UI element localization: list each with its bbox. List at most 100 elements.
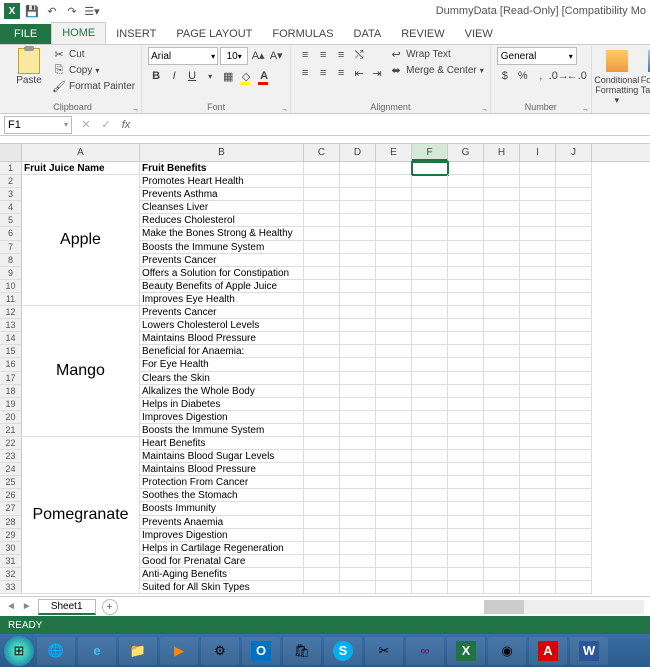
cell-F6[interactable] (412, 227, 448, 240)
decrease-font-icon[interactable]: A▾ (268, 47, 284, 63)
cell-C26[interactable] (304, 489, 340, 502)
cell-D4[interactable] (340, 201, 376, 214)
cell-D22[interactable] (340, 437, 376, 450)
row-header-24[interactable]: 24 (0, 463, 22, 476)
merged-cell-pomegranate[interactable]: Pomegranate (22, 437, 140, 594)
cell-G11[interactable] (448, 293, 484, 306)
cell-D28[interactable] (340, 516, 376, 529)
cell-B19[interactable]: Helps in Diabetes (140, 398, 304, 411)
row-header-11[interactable]: 11 (0, 293, 22, 306)
column-header-J[interactable]: J (556, 144, 592, 161)
cell-C33[interactable] (304, 581, 340, 594)
cell-J32[interactable] (556, 568, 592, 581)
cell-B29[interactable]: Improves Digestion (140, 529, 304, 542)
cell-I18[interactable] (520, 385, 556, 398)
cell-G17[interactable] (448, 372, 484, 385)
cell-C18[interactable] (304, 385, 340, 398)
cell-E30[interactable] (376, 542, 412, 555)
cell-J21[interactable] (556, 424, 592, 437)
column-header-B[interactable]: B (140, 144, 304, 161)
cell-J31[interactable] (556, 555, 592, 568)
cell-B27[interactable]: Boosts Immunity (140, 502, 304, 515)
cell-J25[interactable] (556, 476, 592, 489)
cell-D23[interactable] (340, 450, 376, 463)
taskbar-app-pdf[interactable]: A (529, 637, 567, 665)
cell-H7[interactable] (484, 241, 520, 254)
cell-J11[interactable] (556, 293, 592, 306)
cell-G15[interactable] (448, 345, 484, 358)
cell-E8[interactable] (376, 254, 412, 267)
cell-G7[interactable] (448, 241, 484, 254)
row-header-22[interactable]: 22 (0, 437, 22, 450)
cell-E17[interactable] (376, 372, 412, 385)
cell-F9[interactable] (412, 267, 448, 280)
cell-I23[interactable] (520, 450, 556, 463)
font-name-select[interactable]: Arial▾ (148, 47, 218, 65)
cell-H24[interactable] (484, 463, 520, 476)
cell-G10[interactable] (448, 280, 484, 293)
column-header-D[interactable]: D (340, 144, 376, 161)
redo-icon[interactable]: ↷ (64, 3, 80, 19)
cell-H16[interactable] (484, 358, 520, 371)
cell-F30[interactable] (412, 542, 448, 555)
cell-B23[interactable]: Maintains Blood Sugar Levels (140, 450, 304, 463)
cell-G32[interactable] (448, 568, 484, 581)
cell-J2[interactable] (556, 175, 592, 188)
fx-icon[interactable]: fx (116, 119, 136, 131)
cell-G14[interactable] (448, 332, 484, 345)
taskbar-app-vs[interactable]: ∞ (406, 637, 444, 665)
cell-C19[interactable] (304, 398, 340, 411)
cell-H17[interactable] (484, 372, 520, 385)
cell-G20[interactable] (448, 411, 484, 424)
cell-C3[interactable] (304, 188, 340, 201)
cell-E7[interactable] (376, 241, 412, 254)
font-size-select[interactable]: 10▾ (220, 47, 248, 65)
cell-I26[interactable] (520, 489, 556, 502)
cell-D24[interactable] (340, 463, 376, 476)
cell-D14[interactable] (340, 332, 376, 345)
cell-I7[interactable] (520, 241, 556, 254)
currency-icon[interactable]: $ (497, 68, 513, 84)
cell-G18[interactable] (448, 385, 484, 398)
cell-J5[interactable] (556, 214, 592, 227)
cell-G25[interactable] (448, 476, 484, 489)
cell-H9[interactable] (484, 267, 520, 280)
merge-center-button[interactable]: ⬌Merge & Center ▾ (389, 63, 484, 77)
cell-G29[interactable] (448, 529, 484, 542)
row-header-32[interactable]: 32 (0, 568, 22, 581)
cell-B3[interactable]: Prevents Asthma (140, 188, 304, 201)
decrease-decimal-icon[interactable]: ←.0 (569, 68, 585, 84)
row-header-31[interactable]: 31 (0, 555, 22, 568)
cell-B26[interactable]: Soothes the Stomach (140, 489, 304, 502)
cell-I24[interactable] (520, 463, 556, 476)
cell-J18[interactable] (556, 385, 592, 398)
cell-E13[interactable] (376, 319, 412, 332)
cell-H13[interactable] (484, 319, 520, 332)
cell-B25[interactable]: Protection From Cancer (140, 476, 304, 489)
cell-I13[interactable] (520, 319, 556, 332)
cell-I19[interactable] (520, 398, 556, 411)
row-header-33[interactable]: 33 (0, 581, 22, 594)
cell-J28[interactable] (556, 516, 592, 529)
cell-G12[interactable] (448, 306, 484, 319)
cell-J29[interactable] (556, 529, 592, 542)
cell-D12[interactable] (340, 306, 376, 319)
cell-I31[interactable] (520, 555, 556, 568)
cell-B28[interactable]: Prevents Anaemia (140, 516, 304, 529)
cell-G13[interactable] (448, 319, 484, 332)
row-header-15[interactable]: 15 (0, 345, 22, 358)
cell-H21[interactable] (484, 424, 520, 437)
cell-E25[interactable] (376, 476, 412, 489)
cell-B15[interactable]: Beneficial for Anaemia: (140, 345, 304, 358)
underline-dropdown-icon[interactable]: ▾ (202, 68, 218, 84)
cell-J8[interactable] (556, 254, 592, 267)
cell-C24[interactable] (304, 463, 340, 476)
cell-J15[interactable] (556, 345, 592, 358)
fill-color-button[interactable]: ◇ (238, 68, 254, 84)
taskbar-app-ie[interactable]: e (78, 637, 116, 665)
cell-I30[interactable] (520, 542, 556, 555)
cell-F20[interactable] (412, 411, 448, 424)
cell-F10[interactable] (412, 280, 448, 293)
row-header-20[interactable]: 20 (0, 411, 22, 424)
cell-C5[interactable] (304, 214, 340, 227)
